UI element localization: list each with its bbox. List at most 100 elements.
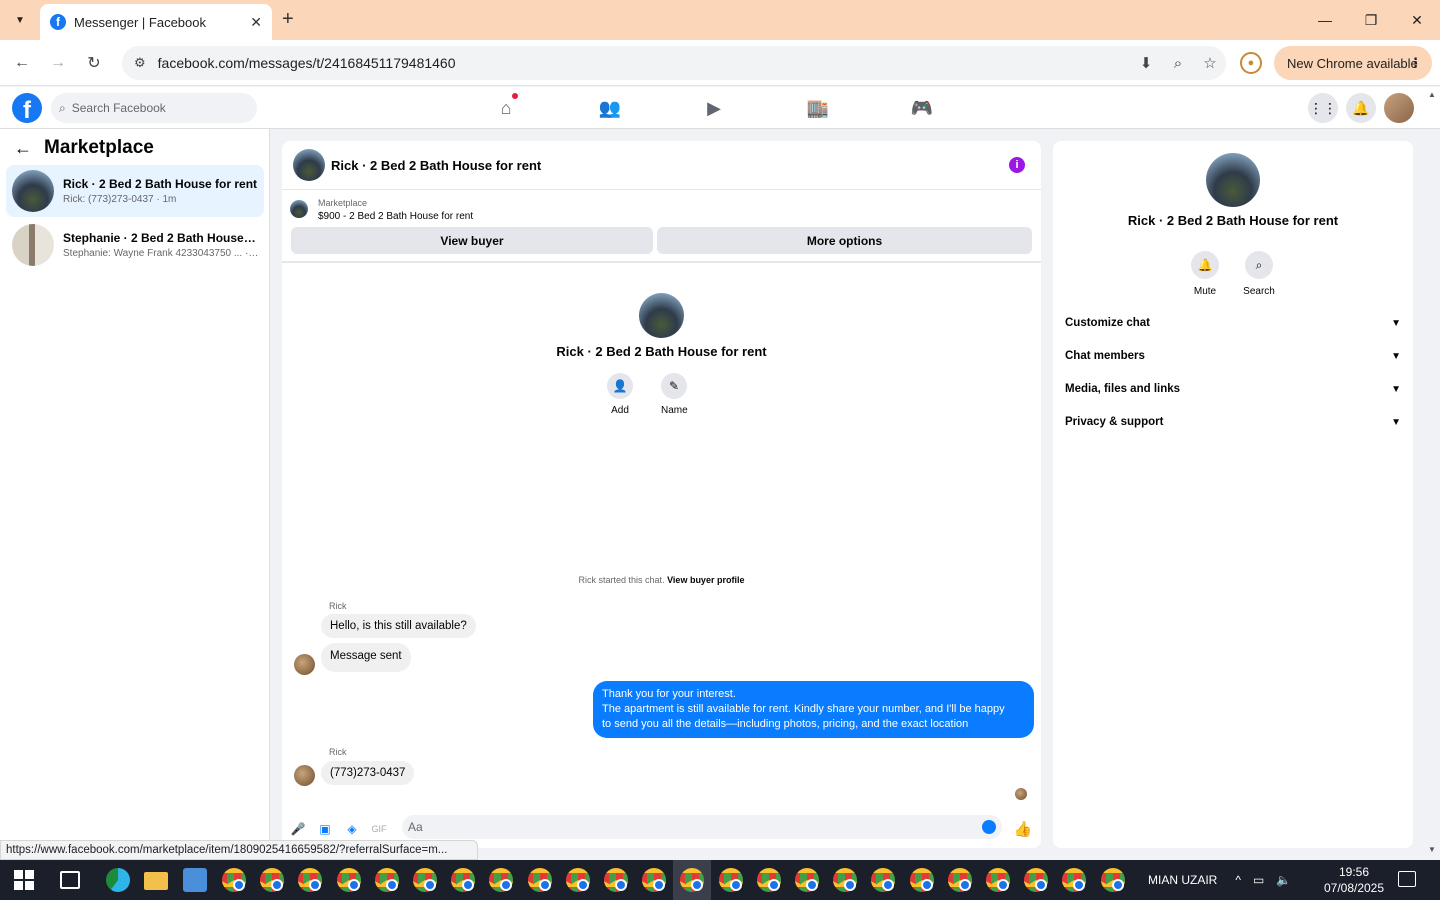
outgoing-message[interactable]: Thank you for your interest. The apartme… <box>593 681 1034 738</box>
chrome-taskbar-icon[interactable] <box>374 868 399 892</box>
search-in-chat-button[interactable]: ⌕ Search <box>1234 251 1284 297</box>
facebook-search-input[interactable] <box>71 101 232 115</box>
menu-grid-icon[interactable]: ⋮⋮ <box>1308 93 1338 123</box>
tab-search-dropdown-icon[interactable]: ▼ <box>8 8 32 32</box>
forward-arrow-icon[interactable]: → <box>46 51 70 75</box>
task-view-icon[interactable] <box>60 871 80 889</box>
bookmark-star-icon[interactable]: ☆ <box>1194 54 1226 72</box>
conversation-info-icon[interactable]: i <box>1009 157 1025 173</box>
chrome-menu-icon[interactable]: ⋮ <box>1409 55 1422 71</box>
scroll-up-icon[interactable]: ▲ <box>1428 90 1438 99</box>
section-media-files-links[interactable]: Media, files and links ▼ <box>1065 379 1401 399</box>
chrome-taskbar-icon[interactable] <box>413 868 437 892</box>
app-icon[interactable] <box>183 868 207 892</box>
gaming-icon[interactable]: 🎮 <box>870 96 974 120</box>
conversation-item-rick[interactable]: Rick · 2 Bed 2 Bath House for rent Rick:… <box>6 165 264 217</box>
address-bar[interactable]: ⚙ facebook.com/messages/t/24168451179481… <box>122 46 1226 80</box>
video-icon[interactable]: ▶ <box>662 96 766 120</box>
notifications-bell-icon[interactable]: 🔔 <box>1346 93 1376 123</box>
new-chrome-available-button[interactable]: New Chrome available ⋮ <box>1274 46 1432 80</box>
minimize-icon[interactable]: — <box>1302 0 1348 40</box>
incoming-message[interactable]: Hello, is this still available? <box>321 614 476 638</box>
friends-icon[interactable]: 👥 <box>558 96 662 120</box>
incoming-message[interactable]: (773)273-0437 <box>321 761 415 785</box>
notification-center-icon[interactable] <box>1398 871 1416 887</box>
section-customize-chat[interactable]: Customize chat ▼ <box>1065 313 1401 333</box>
section-chat-members[interactable]: Chat members ▼ <box>1065 346 1401 366</box>
chrome-taskbar-icon[interactable] <box>604 868 628 892</box>
sender-avatar[interactable] <box>294 765 315 786</box>
listing-thumbnail[interactable] <box>290 200 308 218</box>
close-tab-icon[interactable]: ✕ <box>250 14 262 31</box>
chrome-taskbar-icon[interactable] <box>451 868 476 892</box>
restore-icon[interactable]: ❐ <box>1348 0 1394 40</box>
chrome-taskbar-icon[interactable] <box>871 868 896 892</box>
chrome-taskbar-icon[interactable] <box>947 868 972 892</box>
install-app-icon[interactable]: ⬇ <box>1130 54 1162 72</box>
windows-start-icon[interactable] <box>14 870 34 890</box>
chrome-profile-icon[interactable]: ● <box>1240 52 1262 74</box>
chrome-taskbar-icon[interactable] <box>756 868 781 892</box>
network-icon[interactable]: ▭ <box>1253 873 1264 887</box>
back-arrow-icon[interactable]: ← <box>10 51 34 75</box>
chrome-taskbar-icon[interactable] <box>260 868 285 892</box>
chat-avatar[interactable] <box>293 149 325 181</box>
section-privacy-support[interactable]: Privacy & support ▼ <box>1065 412 1401 432</box>
mute-button[interactable]: 🔔 Mute <box>1180 251 1230 297</box>
add-people-button[interactable]: 👤 Add <box>607 373 633 416</box>
chrome-taskbar-icon[interactable] <box>1062 868 1087 892</box>
view-buyer-button[interactable]: View buyer <box>291 227 653 254</box>
microphone-icon[interactable]: 🎤 <box>290 821 306 837</box>
site-info-icon[interactable]: ⚙ <box>134 55 146 71</box>
zoom-icon[interactable]: ⌕ <box>1162 55 1194 72</box>
scroll-down-icon[interactable]: ▼ <box>1428 845 1438 854</box>
chrome-taskbar-icon[interactable] <box>986 868 1010 892</box>
sticker-icon[interactable]: ◈ <box>344 821 360 837</box>
account-avatar[interactable] <box>1384 93 1414 123</box>
chrome-taskbar-icon[interactable] <box>489 868 514 892</box>
back-arrow-icon[interactable]: ← <box>14 138 32 159</box>
more-options-button[interactable]: More options <box>657 227 1032 254</box>
gif-icon[interactable]: GIF <box>371 821 387 837</box>
chrome-taskbar-icon[interactable] <box>1100 868 1125 892</box>
incoming-message[interactable]: Message sent <box>321 643 411 672</box>
view-buyer-profile-link[interactable]: View buyer profile <box>667 575 744 585</box>
conversation-item-stephanie[interactable]: Stephanie · 2 Bed 2 Bath House fo... Ste… <box>6 219 264 271</box>
chrome-taskbar-icon[interactable] <box>565 868 590 892</box>
facebook-logo-icon[interactable]: f <box>12 93 42 123</box>
taskbar-clock[interactable]: 19:56 07/08/2025 <box>1318 864 1390 896</box>
sender-avatar[interactable] <box>294 654 315 675</box>
url-text[interactable]: facebook.com/messages/t/2416845117948146… <box>158 55 1130 71</box>
chrome-taskbar-icon[interactable] <box>909 868 934 892</box>
chrome-taskbar-icon[interactable] <box>795 868 819 892</box>
message-input-box[interactable] <box>402 815 1002 839</box>
new-tab-button[interactable]: + <box>282 8 294 31</box>
volume-icon[interactable]: 🔈 <box>1276 873 1291 887</box>
chrome-taskbar-icon[interactable] <box>1024 868 1049 892</box>
chrome-taskbar-icon[interactable] <box>718 868 743 892</box>
chrome-taskbar-icon[interactable] <box>833 868 858 892</box>
tray-user-name[interactable]: MIAN UZAIR <box>1148 873 1217 887</box>
chrome-taskbar-icon[interactable] <box>298 868 323 892</box>
home-icon[interactable]: ⌂ <box>454 93 558 120</box>
tray-chevron-up-icon[interactable]: ^ <box>1235 873 1241 887</box>
chrome-taskbar-icon[interactable] <box>527 868 552 892</box>
chrome-taskbar-icon[interactable] <box>680 868 705 892</box>
tab-messenger[interactable]: f Messenger | Facebook ✕ <box>40 4 272 40</box>
listing-title[interactable]: $900 - 2 Bed 2 Bath House for rent <box>318 211 473 222</box>
attach-image-icon[interactable]: ▣ <box>317 821 333 837</box>
facebook-search[interactable]: ⌕ <box>51 93 257 123</box>
marketplace-icon[interactable]: 🏬 <box>766 96 870 120</box>
edge-browser-icon[interactable] <box>106 868 130 892</box>
like-thumbs-up-icon[interactable]: 👍 <box>1014 821 1033 838</box>
close-window-icon[interactable]: ✕ <box>1394 0 1440 40</box>
emoji-icon[interactable] <box>982 820 996 834</box>
edit-name-button[interactable]: ✎ Name <box>661 373 688 416</box>
chrome-taskbar-icon[interactable] <box>222 868 246 892</box>
chrome-taskbar-icon[interactable] <box>642 868 667 892</box>
chrome-taskbar-icon[interactable] <box>336 868 361 892</box>
message-input[interactable] <box>408 820 968 834</box>
file-explorer-icon[interactable] <box>144 872 168 890</box>
chat-title[interactable]: Rick · 2 Bed 2 Bath House for rent <box>331 158 541 173</box>
reload-icon[interactable]: ↻ <box>82 51 106 75</box>
